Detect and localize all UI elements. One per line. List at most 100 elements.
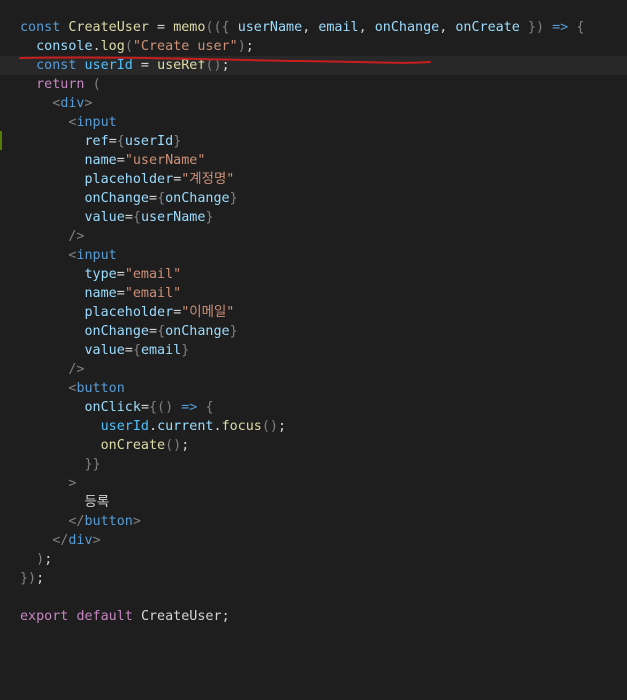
code-token: placeholder — [84, 305, 174, 320]
code-token: "email" — [124, 267, 182, 282]
code-token: ) — [36, 552, 45, 567]
code-line[interactable]: <div> — [20, 94, 627, 113]
code-token: current — [157, 419, 214, 434]
code-line[interactable]: placeholder="이메일" — [20, 303, 627, 322]
code-line[interactable]: ref={userId} — [20, 132, 627, 151]
code-token: type — [84, 267, 117, 282]
code-token: userId — [84, 58, 133, 73]
code-token: . — [149, 419, 158, 434]
code-line[interactable]: name="email" — [20, 284, 627, 303]
code-token: = — [116, 267, 125, 282]
code-token: email — [140, 343, 182, 358]
code-line[interactable]: onChange={onChange} — [20, 189, 627, 208]
code-token: return — [36, 77, 85, 92]
code-line[interactable]: value={email} — [20, 341, 627, 360]
code-area[interactable]: const CreateUser = memo(({ userName, ema… — [0, 18, 627, 626]
code-token: input — [76, 248, 117, 263]
code-token: > — [84, 96, 93, 111]
code-line[interactable]: onClick={() => { — [20, 398, 627, 417]
code-token: () — [205, 58, 222, 73]
code-line[interactable]: }} — [20, 455, 627, 474]
code-token: => — [173, 400, 198, 415]
code-line[interactable]: <input — [20, 246, 627, 265]
code-token: = — [108, 134, 117, 149]
code-token: }} — [84, 457, 101, 472]
code-token: = — [149, 20, 174, 35]
code-line[interactable]: type="email" — [20, 265, 627, 284]
code-token: { — [116, 134, 125, 149]
code-token: } — [229, 191, 238, 206]
gutter-modified-marker — [0, 131, 2, 150]
code-token: } — [181, 343, 190, 358]
code-line[interactable]: </button> — [20, 512, 627, 531]
code-line[interactable]: /> — [20, 360, 627, 379]
code-token: {() — [149, 400, 174, 415]
code-token: { — [205, 400, 214, 415]
code-line[interactable]: placeholder="계정명" — [20, 170, 627, 189]
code-token: ref — [84, 134, 109, 149]
code-token: button — [84, 514, 133, 529]
code-line[interactable]: <input — [20, 113, 627, 132]
code-token: . — [92, 39, 101, 54]
code-token: const — [36, 58, 77, 73]
code-line[interactable]: return ( — [20, 75, 627, 94]
code-token: value — [84, 210, 125, 225]
code-token: { — [576, 20, 585, 35]
code-token: </ — [52, 533, 69, 548]
code-token: input — [76, 115, 117, 130]
code-token: CreateUser — [68, 20, 149, 35]
code-line[interactable]: export default CreateUser; — [20, 607, 627, 626]
code-line[interactable]: console.log("Create user"); — [20, 37, 627, 56]
code-line[interactable]: const CreateUser = memo(({ userName, ema… — [20, 18, 627, 37]
code-token: ; — [221, 58, 230, 73]
code-line[interactable]: 등록 — [20, 493, 627, 512]
code-line[interactable]: const userId = useRef(); — [0, 56, 627, 75]
code-line[interactable]: onChange={onChange} — [20, 322, 627, 341]
code-token: /> — [68, 229, 85, 244]
code-line[interactable]: </div> — [20, 531, 627, 550]
code-token: userName — [237, 20, 303, 35]
code-line[interactable]: value={userName} — [20, 208, 627, 227]
code-line[interactable]: onCreate(); — [20, 436, 627, 455]
code-token: ) — [237, 39, 246, 54]
code-line[interactable]: /> — [20, 227, 627, 246]
code-line[interactable]: userId.current.focus(); — [20, 417, 627, 436]
code-token: onChange — [165, 324, 230, 339]
code-token: { — [157, 324, 166, 339]
code-token: focus — [221, 419, 262, 434]
code-token: > — [132, 514, 141, 529]
code-token: const — [20, 20, 61, 35]
code-token: </ — [68, 514, 85, 529]
code-token: ; — [36, 571, 45, 586]
code-editor[interactable]: const CreateUser = memo(({ userName, ema… — [0, 0, 627, 700]
code-line[interactable]: ); — [20, 550, 627, 569]
code-line[interactable]: <button — [20, 379, 627, 398]
code-line[interactable]: }); — [20, 569, 627, 588]
code-token: "이메일" — [181, 305, 235, 320]
code-token: => — [544, 20, 569, 35]
code-token: userName — [140, 210, 206, 225]
code-line[interactable] — [20, 588, 627, 607]
code-line[interactable]: > — [20, 474, 627, 493]
code-token: = — [116, 286, 125, 301]
code-token: name — [84, 286, 117, 301]
code-token: }) — [519, 20, 545, 35]
code-token: div — [68, 533, 93, 548]
code-line[interactable]: name="userName" — [20, 151, 627, 170]
code-token: ; — [44, 552, 53, 567]
code-token: , — [439, 20, 456, 35]
code-token: CreateUser — [140, 609, 222, 624]
